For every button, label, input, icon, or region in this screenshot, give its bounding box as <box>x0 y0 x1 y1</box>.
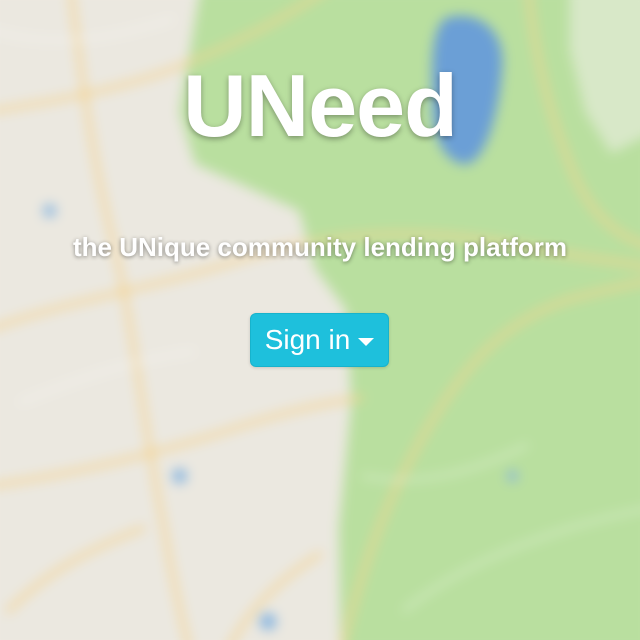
hero-section: UNeed the UNique community lending platf… <box>0 0 640 640</box>
tagline: the UNique community lending platform <box>72 232 567 262</box>
sign-in-label: Sign in <box>264 324 351 355</box>
sign-in-dropdown-button[interactable]: Sign in <box>250 313 389 367</box>
brand-title: UNeed <box>183 56 458 155</box>
caret-down-icon <box>358 337 375 346</box>
